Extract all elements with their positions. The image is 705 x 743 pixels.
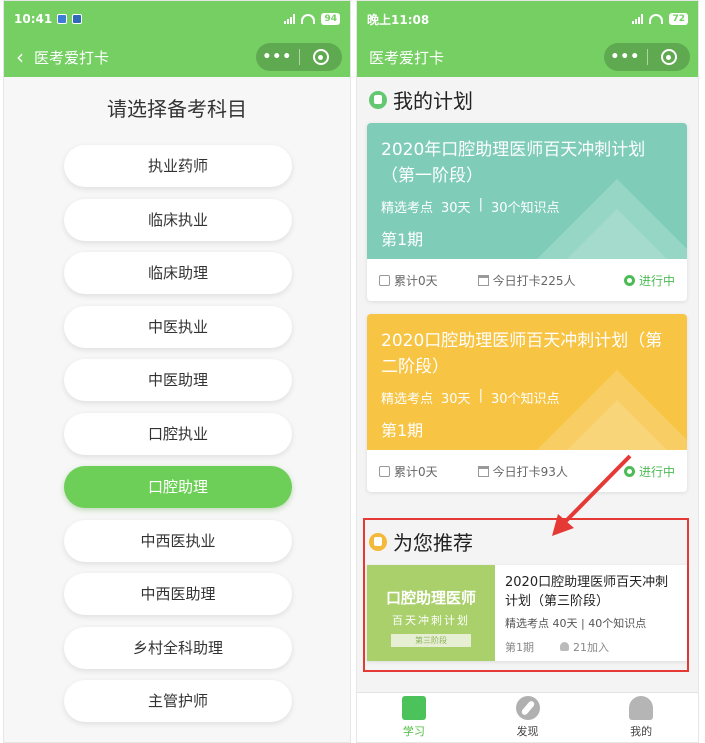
subject-option[interactable]: 中医助理 <box>64 359 292 401</box>
recommend-heading: 为您推荐 <box>369 527 473 556</box>
tab-study[interactable]: 学习 <box>357 693 471 742</box>
compass-icon <box>515 696 540 720</box>
tab-discover[interactable]: 发现 <box>471 693 585 742</box>
tab-label: 我的 <box>630 725 653 738</box>
page-title: 请选择备考科目 <box>107 97 247 121</box>
miniprogram-capsule: ••• <box>604 43 690 71</box>
recommend-info: 2020口腔助理医师百天冲刺计划（第三阶段） 精选考点 40天 | 40个知识点… <box>495 565 687 661</box>
plan-tag: 精选考点 <box>381 392 434 407</box>
thumb-title: 口腔助理医师 <box>385 589 476 607</box>
plan-title: 2020年口腔助理医师百天冲刺计划（第一阶段） <box>381 140 646 186</box>
subject-option[interactable]: 口腔执业 <box>64 412 292 455</box>
plan-card[interactable]: 2020口腔助理医师百天冲刺计划（第二阶段） 精选考点 30天 | 30个知识点… <box>367 314 687 492</box>
accumulated-days: 累计0天 <box>394 464 438 479</box>
checkin-icon <box>477 465 489 477</box>
section-title: 为您推荐 <box>393 531 473 555</box>
joined-label: 21加入 <box>573 641 609 654</box>
plan-status: 进行中 <box>638 464 675 479</box>
plan-points: 30个知识点 <box>490 392 560 407</box>
today-checkins: 今日打卡225人 <box>492 273 576 288</box>
subject-option[interactable]: 口腔助理 <box>64 466 292 508</box>
wifi-icon <box>649 14 664 24</box>
wifi-icon <box>301 14 316 24</box>
accumulated-days: 累计0天 <box>394 273 438 288</box>
status-bar: 10:41 94 <box>4 1 350 37</box>
recommend-card[interactable]: 口腔助理医师 百天冲刺计划 第三阶段 2020口腔助理医师百天冲刺计划（第三阶段… <box>367 565 687 661</box>
status-dot-icon <box>623 465 635 477</box>
signal-icon <box>284 14 296 24</box>
plan-days: 30天 <box>441 201 471 216</box>
my-plan-heading: 我的计划 <box>369 85 473 114</box>
person-icon <box>560 642 569 651</box>
subject-option[interactable]: 临床助理 <box>64 252 292 294</box>
bottom-tab-bar: 学习 发现 我的 <box>357 692 698 742</box>
notification-icon <box>72 14 83 24</box>
subject-option[interactable]: 中西医执业 <box>64 519 292 562</box>
battery-indicator: 72 <box>669 13 688 25</box>
joined-count: 21加入 <box>560 639 609 655</box>
back-arrow-icon[interactable]: ‹ <box>16 45 24 69</box>
tab-label: 学习 <box>402 725 425 738</box>
plan-title: 2020口腔助理医师百天冲刺计划（第二阶段） <box>381 331 663 377</box>
tab-label: 发现 <box>516 725 539 738</box>
nav-title: 医考爱打卡 <box>34 48 110 67</box>
nav-bar: 医考爱打卡 ••• <box>357 37 698 77</box>
subject-option[interactable]: 临床执业 <box>64 198 292 241</box>
today-checkins: 今日打卡93人 <box>492 464 568 479</box>
plan-points: 30个知识点 <box>490 201 560 216</box>
book-icon <box>401 696 426 720</box>
signal-icon <box>632 14 644 24</box>
recommend-title: 2020口腔助理医师百天冲刺计划（第三阶段） <box>505 575 669 609</box>
miniprogram-capsule: ••• <box>256 43 342 71</box>
more-menu-button[interactable]: ••• <box>604 49 647 65</box>
notification-icon <box>57 14 68 24</box>
plan-period: 第1期 <box>381 230 424 249</box>
plan-card-banner: 2020年口腔助理医师百天冲刺计划（第一阶段） 精选考点 30天 | 30个知识… <box>367 123 687 259</box>
left-phone-screen: 10:41 94 ‹ 医考爱打卡 ••• 请选择备考科目 执业药师临床执业临床助… <box>3 0 351 743</box>
nav-title: 医考爱打卡 <box>369 48 445 67</box>
plan-divider: | <box>478 197 483 212</box>
subject-option[interactable]: 乡村全科助理 <box>64 626 292 669</box>
plan-tag: 精选考点 <box>381 201 434 216</box>
plan-card-footer: 累计0天 今日打卡225人 进行中 <box>367 259 687 301</box>
status-dot-icon <box>623 274 635 286</box>
nav-bar: ‹ 医考爱打卡 ••• <box>4 37 350 77</box>
plan-card-banner: 2020口腔助理医师百天冲刺计划（第二阶段） 精选考点 30天 | 30个知识点… <box>367 314 687 450</box>
tab-mine[interactable]: 我的 <box>584 693 698 742</box>
thumb-tag: 第三阶段 <box>391 634 471 647</box>
subject-option[interactable]: 中西医助理 <box>64 573 292 615</box>
target-icon <box>312 49 329 65</box>
section-title: 我的计划 <box>393 89 473 113</box>
calendar-icon <box>379 274 390 286</box>
status-time: 晚上11:08 <box>367 12 430 27</box>
subject-option[interactable]: 主管护师 <box>64 680 292 722</box>
plan-card-footer: 累计0天 今日打卡93人 进行中 <box>367 450 687 492</box>
thumb-subtitle: 百天冲刺计划 <box>392 614 470 627</box>
right-phone-screen: 晚上11:08 72 医考爱打卡 ••• 我的计划 2020年口腔助理医师百天冲… <box>356 0 699 743</box>
subject-option[interactable]: 中医执业 <box>64 305 292 348</box>
subject-option[interactable]: 执业药师 <box>64 145 292 187</box>
recommend-meta: 精选考点 40天 | 40个知识点 <box>505 617 647 630</box>
plan-icon <box>369 90 387 109</box>
status-bar: 晚上11:08 72 <box>357 1 698 37</box>
plan-divider: | <box>478 388 483 403</box>
person-icon <box>629 696 654 720</box>
calendar-icon <box>379 465 390 477</box>
recommend-icon <box>369 532 387 551</box>
more-menu-button[interactable]: ••• <box>256 49 299 65</box>
close-miniprogram-button[interactable] <box>647 49 690 65</box>
recommend-thumbnail: 口腔助理医师 百天冲刺计划 第三阶段 <box>367 565 495 661</box>
plan-days: 30天 <box>441 392 471 407</box>
close-miniprogram-button[interactable] <box>299 49 342 65</box>
target-icon <box>660 49 677 65</box>
checkin-icon <box>477 274 489 286</box>
status-time: 10:41 <box>14 12 53 26</box>
plan-period: 第1期 <box>381 421 424 440</box>
plan-card[interactable]: 2020年口腔助理医师百天冲刺计划（第一阶段） 精选考点 30天 | 30个知识… <box>367 123 687 301</box>
plan-status: 进行中 <box>638 273 675 288</box>
recommend-period: 第1期 <box>505 641 534 654</box>
battery-indicator: 94 <box>321 13 340 25</box>
